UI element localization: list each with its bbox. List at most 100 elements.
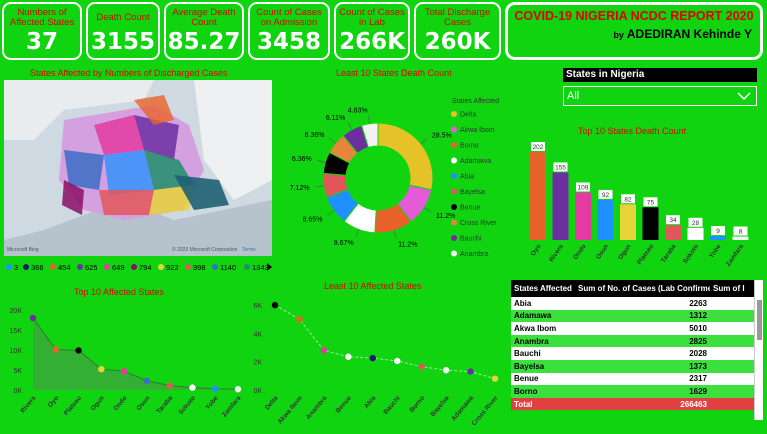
donut-leader: [393, 230, 397, 239]
area-chart[interactable]: 0K 5K 10K 15K 20K Rivers Oyo Plateau Ogun Ondo Osu…: [0, 298, 250, 430]
table-row[interactable]: Bauchi 2028: [511, 347, 754, 360]
donut-legend: Delta Akwa Ibom Borno Adamawa Abia Bayelsa Ben…: [451, 111, 497, 258]
report-author-line: by ADEDIRAN Kehinde Y: [508, 27, 752, 41]
legend-label: Borno: [460, 143, 479, 150]
donut-legend-title: States Affected: [452, 98, 499, 105]
bar-chart[interactable]: 202 Oyo 155 Rivers 109 Ondo 92 Osun 82 Ogun 75 Plat…: [510, 140, 760, 270]
x-tick-label: Yobe: [708, 243, 723, 260]
data-point: [120, 368, 128, 375]
legend-dot: [212, 264, 218, 270]
state-cell: Anambra: [511, 334, 575, 348]
value-cell: 1629: [575, 385, 710, 398]
states-dropdown[interactable]: All: [563, 86, 757, 106]
legend-next-icon: [267, 263, 272, 271]
kpi-label: Death Count: [96, 12, 150, 23]
report-by: by: [613, 30, 624, 40]
total-label: Total: [511, 397, 575, 411]
x-tick-label: Oyo: [530, 243, 543, 257]
donut-chart[interactable]: 28.5%11.2%11.2%9.67%8.65%7.12%6.36%6.36%…: [280, 84, 455, 264]
chevron-down-icon[interactable]: [736, 88, 752, 104]
bar: [665, 225, 681, 240]
donut-data-label: 6.36%: [305, 132, 325, 139]
x-tick-label: Oyo: [47, 395, 61, 409]
value-cell: 5010: [575, 322, 710, 335]
legend-dot: [451, 235, 457, 241]
state-cell: Akwa Ibom: [511, 322, 575, 335]
kpi-value: 3155: [90, 29, 155, 55]
x-tick-label: Osun: [135, 395, 151, 412]
kpi-value: 85.27: [167, 29, 241, 55]
x-tick-label: Anambra: [305, 395, 329, 421]
data-point: [320, 347, 328, 354]
bar-data-label: 109: [578, 185, 589, 192]
lab-confirmed-table[interactable]: States Affected Sum of No. of Cases (Lab…: [511, 280, 754, 411]
table-row[interactable]: Benue 2317: [511, 372, 754, 386]
data-point: [52, 346, 59, 353]
map-visual[interactable]: Microsoft Bing © 2023 Microsoft Corporat…: [4, 80, 272, 256]
scrollbar-thumb[interactable]: [757, 300, 762, 340]
area-fill: [33, 318, 238, 390]
column-header[interactable]: States Affected: [511, 280, 575, 297]
table-row[interactable]: Abia 2263: [511, 297, 754, 310]
bar-data-label: 92: [602, 192, 610, 199]
column-header[interactable]: Sum of I: [710, 280, 754, 297]
value-cell: 2028: [575, 347, 710, 360]
bar: [642, 207, 659, 240]
x-tick-label: Rivers: [548, 243, 565, 264]
legend-dot: [131, 264, 137, 270]
map-terms-link[interactable]: Terms: [242, 247, 256, 253]
legend-label: 649: [112, 263, 125, 272]
data-point: [491, 375, 499, 382]
data-point: [369, 354, 376, 362]
donut-data-label: 4.83%: [348, 107, 368, 114]
y-tick-label: 15K: [10, 328, 23, 335]
x-tick-label: Abia: [363, 394, 378, 410]
table-scrollbar[interactable]: [754, 280, 763, 420]
legend-label: Anambra: [460, 251, 489, 258]
y-tick-label: 10K: [10, 348, 23, 355]
legend-dot: [451, 173, 457, 179]
legend-label: 625: [85, 263, 98, 272]
kpi-value: 260K: [424, 29, 491, 55]
table-row[interactable]: Akwa Ibom 5010: [511, 322, 754, 335]
legend-label: 454: [58, 263, 71, 272]
x-tick-label: Adamawa: [450, 395, 475, 423]
extra-cell: [710, 359, 754, 373]
value-cell: 2825: [575, 334, 710, 348]
state-cell: Benue: [511, 372, 575, 386]
bar: [597, 199, 614, 240]
x-tick-label: Osun: [595, 243, 610, 261]
y-tick-label: 20K: [10, 308, 23, 315]
map-bing-logo: Microsoft Bing: [7, 247, 39, 253]
y-tick-label: 0K: [13, 388, 22, 395]
donut-leader: [355, 229, 359, 238]
x-tick-label: Bayelsa: [429, 394, 450, 418]
table-row[interactable]: Anambra 2825: [511, 334, 754, 348]
data-point: [271, 301, 279, 309]
kpi-label: Numbers of Affected States: [9, 7, 75, 28]
table-row[interactable]: Adamawa 1312: [511, 309, 754, 323]
data-point: [212, 385, 219, 392]
legend-dot: [451, 142, 457, 148]
state-cell: Adamawa: [511, 309, 575, 323]
data-point: [394, 357, 401, 365]
data-point: [98, 366, 105, 373]
slicer-title: States in Nigeria: [563, 68, 757, 82]
data-point: [442, 366, 450, 374]
line-chart[interactable]: 0K 2K 4K 6K DeltaAkwa Ibom Anambra Benue Abia Ba…: [250, 290, 505, 430]
legend-label: Benue: [460, 205, 480, 212]
y-tick-label: 4K: [253, 331, 262, 338]
table-row[interactable]: Borno 1629: [511, 385, 754, 398]
map-canvas[interactable]: Microsoft Bing © 2023 Microsoft Corporat…: [4, 80, 272, 256]
legend-label: Abia: [460, 174, 474, 181]
donut-leader: [424, 207, 432, 213]
total-value: 266463: [575, 397, 710, 411]
data-point: [418, 363, 425, 370]
legend-dot: [451, 219, 457, 226]
kpi-value: 37: [25, 29, 58, 55]
table-row[interactable]: Bayelsa 1373: [511, 359, 754, 373]
legend-label: Adamawa: [460, 158, 491, 165]
kpi-label: Average Death Count: [172, 7, 236, 28]
kpi-cases-in-lab: Count of Cases in Lab 266K: [334, 2, 410, 60]
column-header[interactable]: Sum of No. of Cases (Lab Confirmed): [575, 280, 710, 297]
